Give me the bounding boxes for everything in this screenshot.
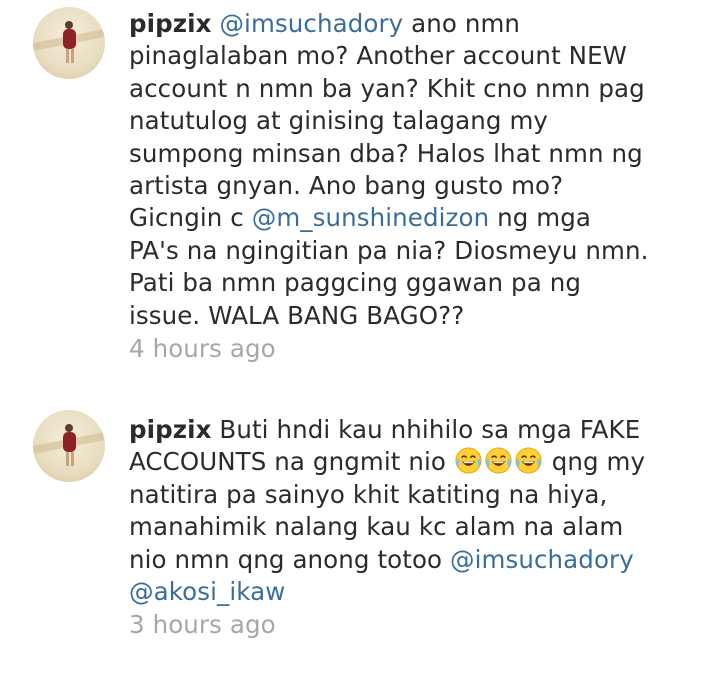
timestamp: 4 hours ago bbox=[129, 334, 276, 364]
timestamp: 3 hours ago bbox=[129, 610, 276, 640]
mention-link[interactable]: @akosi_ikaw bbox=[129, 577, 285, 606]
comment-text: nio nmn qng anong totoo bbox=[129, 544, 451, 574]
laughing-tears-emoji-icon bbox=[515, 447, 542, 474]
comment-line: pipzix Buti hndi kau nhihilo sa mga FAKE bbox=[129, 414, 709, 446]
mention-link[interactable]: @imsuchadory bbox=[450, 545, 634, 574]
comment-text: Buti hndi kau nhihilo sa mga FAKE bbox=[211, 415, 641, 444]
comment-line: artista gnyan. Ano bang gusto mo? bbox=[129, 171, 564, 201]
comment-text: ACCOUNTS na gngmit nio bbox=[129, 447, 454, 477]
mention-link[interactable]: @imsuchadory bbox=[219, 9, 403, 38]
comment-line: natitira pa sainyo khit katiting na hiya… bbox=[129, 479, 608, 509]
comment-line: ACCOUNTS na gngmit nio qng my bbox=[129, 446, 709, 478]
mention-link[interactable]: @m_sunshinedizon bbox=[252, 203, 489, 232]
avatar-photo-icon bbox=[33, 7, 105, 79]
comment-body: pipzix @imsuchadory ano nmn pinaglalaban… bbox=[129, 8, 709, 365]
comment-line: issue. WALA BANG BAGO?? bbox=[129, 300, 465, 330]
laughing-tears-emoji-icon bbox=[485, 447, 512, 474]
username[interactable]: pipzix bbox=[129, 9, 212, 38]
comment-line: pipzix @imsuchadory ano nmn bbox=[129, 8, 709, 40]
comment-line: manahimik nalang kau kc alam na alam bbox=[129, 512, 624, 542]
comment-line: account n nmn ba yan? Khit cno nmn pag bbox=[129, 73, 645, 103]
comment-line: PA's na ngingitian pa nia? Diosmeyu nmn. bbox=[129, 235, 649, 265]
comment-line: Pati ba nmn paggcing ggawan pa ng bbox=[129, 268, 581, 298]
comment-line: natutulog at ginising talagang my bbox=[129, 106, 549, 136]
comment-text: ng mga bbox=[489, 203, 592, 233]
username[interactable]: pipzix bbox=[129, 415, 212, 444]
comment-line: sumpong minsan dba? Halos lhat nmn ng bbox=[129, 138, 643, 168]
avatar[interactable] bbox=[33, 410, 105, 482]
comment-text: Gicngin c bbox=[129, 203, 252, 233]
avatar[interactable] bbox=[33, 7, 105, 79]
comment-text: qng my bbox=[543, 447, 646, 477]
comment-text: ano nmn bbox=[403, 9, 521, 38]
comment-line: @akosi_ikaw bbox=[129, 576, 709, 608]
laughing-tears-emoji-icon bbox=[455, 447, 482, 474]
comment-line: pinaglalaban mo? Another account NEW bbox=[129, 41, 627, 71]
comment-line: Gicngin c @m_sunshinedizon ng mga bbox=[129, 202, 709, 234]
comment-line: nio nmn qng anong totoo @imsuchadory bbox=[129, 544, 709, 576]
avatar-photo-icon bbox=[33, 410, 105, 482]
comment-body: pipzix Buti hndi kau nhihilo sa mga FAKE… bbox=[129, 414, 709, 642]
